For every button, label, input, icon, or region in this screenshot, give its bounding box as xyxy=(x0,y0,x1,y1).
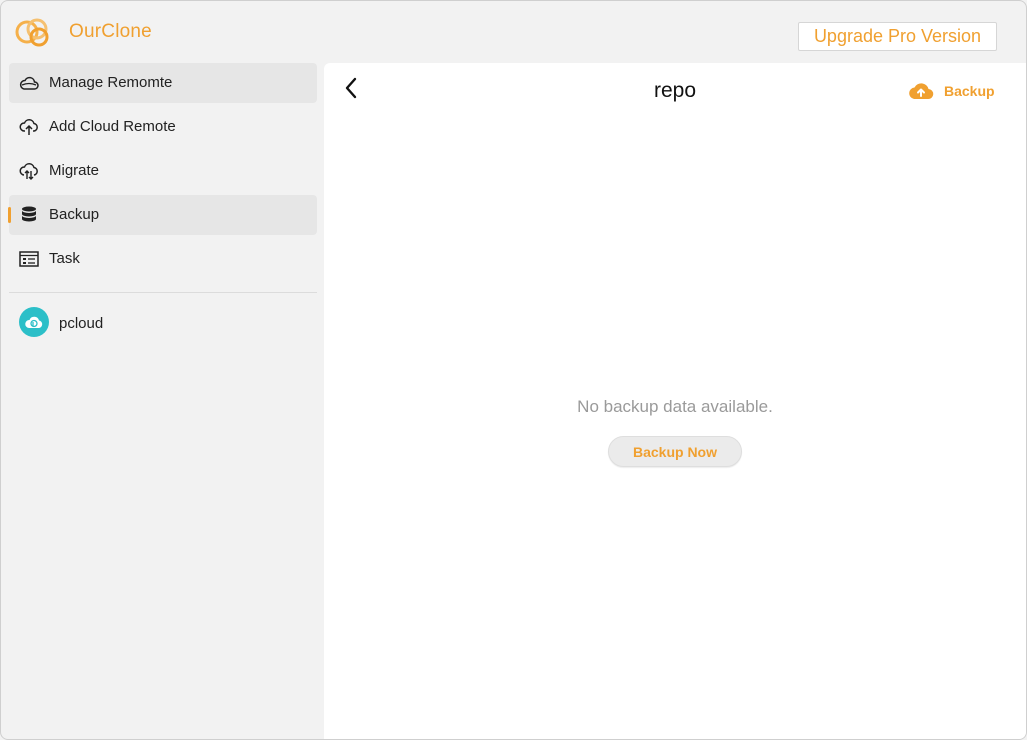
empty-state-message: No backup data available. xyxy=(577,397,773,416)
database-icon xyxy=(19,205,39,225)
backup-now-button[interactable]: Backup Now xyxy=(608,436,742,467)
sidebar-item-label: Backup xyxy=(49,206,100,223)
sidebar-remote-pcloud[interactable]: pcloud xyxy=(9,303,317,343)
sidebar: Manage Remomte Add Cloud Remote Migrate xyxy=(1,63,324,739)
ourclone-logo-icon xyxy=(15,17,53,47)
sidebar-item-migrate[interactable]: Migrate xyxy=(9,151,317,191)
task-list-icon xyxy=(19,249,39,269)
cloud-outline-icon xyxy=(19,73,39,93)
sidebar-item-backup[interactable]: Backup xyxy=(8,195,317,235)
sidebar-item-label: Task xyxy=(49,250,80,267)
cloud-upload-filled-icon xyxy=(908,81,934,101)
sidebar-item-task[interactable]: Task xyxy=(9,239,317,279)
sidebar-item-label: Add Cloud Remote xyxy=(49,118,176,135)
pcloud-icon xyxy=(19,307,49,337)
sidebar-item-label: Manage Remomte xyxy=(49,74,173,91)
upgrade-pro-button[interactable]: Upgrade Pro Version xyxy=(798,22,997,51)
sidebar-item-manage-remote[interactable]: Manage Remomte xyxy=(9,63,317,103)
cloud-upload-icon xyxy=(19,117,39,137)
remote-label: pcloud xyxy=(59,315,104,332)
active-indicator xyxy=(8,207,11,223)
cloud-transfer-icon xyxy=(19,161,39,181)
sidebar-item-label: Migrate xyxy=(49,162,100,179)
backup-action-label: Backup xyxy=(944,83,995,99)
sidebar-item-add-cloud-remote[interactable]: Add Cloud Remote xyxy=(9,107,317,147)
backup-action-button[interactable]: Backup xyxy=(908,80,995,102)
main-panel: repo Backup No backup data available. Ba… xyxy=(324,63,1026,739)
sidebar-divider xyxy=(9,292,317,293)
header: OurClone Upgrade Pro Version xyxy=(1,1,1026,63)
app-name: OurClone xyxy=(69,21,152,42)
app-window: OurClone Upgrade Pro Version Manage Remo… xyxy=(0,0,1027,740)
